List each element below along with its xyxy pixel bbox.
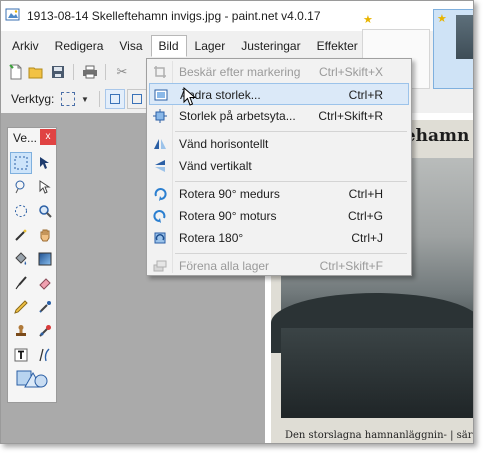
pan-hand-icon[interactable]: [34, 224, 56, 246]
tools-panel-close-button[interactable]: x: [40, 129, 56, 145]
paintbrush-icon[interactable]: [10, 272, 32, 294]
menu-item-shortcut: Ctrl+Skift+X: [318, 65, 383, 79]
resize-icon: [153, 87, 169, 103]
menu-item-flatten[interactable]: Förena alla lager Ctrl+Skift+F: [149, 255, 409, 277]
flip-horizontal-icon: [152, 136, 168, 152]
rotate-180-icon: [152, 230, 168, 246]
new-file-icon[interactable]: [7, 63, 25, 81]
ellipse-select-tool[interactable]: [10, 200, 32, 222]
menu-bar: Arkiv Redigera Visa Bild Lager Justering…: [4, 35, 366, 57]
replace-mode-icon: [110, 94, 120, 104]
menu-item-shortcut: Ctrl+H: [348, 187, 383, 201]
menu-arkiv[interactable]: Arkiv: [4, 35, 47, 57]
menu-item-label: Storlek på arbetsyta...: [179, 109, 296, 123]
menu-item-shortcut: Ctrl+Skift+R: [318, 109, 383, 123]
rectangle-select-icon: [61, 92, 75, 106]
paint-bucket-icon[interactable]: [10, 248, 32, 270]
paintnet-app-icon[interactable]: [5, 7, 21, 23]
line-curve-icon[interactable]: [34, 344, 56, 366]
menu-item-label: Beskär efter markering: [179, 65, 301, 79]
menu-item-rotate-180[interactable]: Rotera 180° Ctrl+J: [149, 227, 409, 249]
menu-item-label: Rotera 180°: [179, 231, 244, 245]
menu-bild[interactable]: Bild: [150, 35, 187, 57]
color-picker-icon[interactable]: [34, 296, 56, 318]
menu-item-shortcut: Ctrl+Skift+F: [319, 259, 383, 273]
menu-item-label: Vänd horisontellt: [179, 137, 269, 151]
save-icon[interactable]: [49, 63, 67, 81]
menu-item-shortcut: Ctrl+G: [347, 209, 383, 223]
move-selection-tool[interactable]: [34, 176, 56, 198]
gradient-icon[interactable]: [34, 248, 56, 270]
menu-item-shortcut: Ctrl+R: [348, 88, 383, 102]
mouse-cursor-icon: [183, 87, 197, 106]
menu-item-label: Rotera 90° moturs: [179, 209, 277, 223]
menu-item-canvas-size[interactable]: Storlek på arbetsyta... Ctrl+Skift+R: [149, 105, 409, 127]
chevron-down-icon: ▼: [81, 94, 89, 104]
pencil-icon[interactable]: [10, 296, 32, 318]
tools-panel-header[interactable]: Ve... x: [8, 128, 56, 148]
menu-item-shortcut: Ctrl+J: [351, 231, 383, 245]
recolor-icon[interactable]: [34, 320, 56, 342]
menu-item-label: Vänd vertikalt: [179, 159, 252, 173]
thumbnail-preview-image: [456, 15, 473, 59]
title-bar: 1913-08-14 Skelleftehamn invigs.jpg - pa…: [1, 1, 473, 31]
tool-selector-dropdown[interactable]: ▼: [59, 89, 91, 109]
rotate-ccw-icon: [152, 208, 168, 224]
tools-panel: Ve... x: [7, 127, 57, 403]
magic-wand-icon[interactable]: [10, 224, 32, 246]
zoom-icon[interactable]: [34, 200, 56, 222]
toolbar-divider: [99, 91, 100, 107]
flip-vertical-icon: [152, 158, 168, 174]
text-tool-icon[interactable]: [10, 344, 32, 366]
tools-panel-title: Ve...: [13, 131, 38, 145]
star-icon: ★: [363, 14, 373, 26]
menu-item-label: Rotera 90° medurs: [179, 187, 280, 201]
clone-stamp-icon[interactable]: [10, 320, 32, 342]
selection-mode-replace-button[interactable]: [105, 89, 125, 109]
newspaper-caption: Den storslagna hamnanläggnin- | sär: [285, 430, 473, 441]
menu-lager[interactable]: Lager: [187, 35, 234, 57]
move-selected-tool[interactable]: [34, 152, 56, 174]
selection-mode-union-button[interactable]: [127, 89, 147, 109]
app-window: 1913-08-14 Skelleftehamn invigs.jpg - pa…: [0, 0, 474, 444]
menu-item-label: Förena alla lager: [179, 259, 270, 273]
menu-separator: [175, 131, 407, 132]
window-title: 1913-08-14 Skelleftehamn invigs.jpg - pa…: [27, 9, 321, 23]
menu-justeringar[interactable]: Justeringar: [233, 35, 308, 57]
canvas-size-icon: [152, 108, 168, 124]
toolbar-divider: [105, 64, 106, 80]
menu-item-rotate-cw[interactable]: Rotera 90° medurs Ctrl+H: [149, 183, 409, 205]
rotate-cw-icon: [152, 186, 168, 202]
menu-visa[interactable]: Visa: [111, 35, 150, 57]
menu-separator: [175, 253, 407, 254]
open-file-icon[interactable]: [27, 63, 45, 81]
menu-item-rotate-ccw[interactable]: Rotera 90° moturs Ctrl+G: [149, 205, 409, 227]
menu-effekter[interactable]: Effekter: [309, 35, 366, 57]
eraser-icon[interactable]: [34, 272, 56, 294]
union-mode-icon: [132, 94, 142, 104]
menu-separator: [175, 181, 407, 182]
shapes-icon[interactable]: [12, 368, 52, 390]
toolbar-divider: [73, 64, 74, 80]
menu-item-flip-vertical[interactable]: Vänd vertikalt: [149, 155, 409, 177]
print-icon[interactable]: [81, 63, 99, 81]
flatten-icon: [152, 258, 168, 274]
menu-redigera[interactable]: Redigera: [47, 35, 112, 57]
photo-shore: [281, 328, 473, 418]
crop-icon: [152, 64, 168, 80]
menu-item-flip-horizontal[interactable]: Vänd horisontellt: [149, 133, 409, 155]
cut-icon[interactable]: ✂: [113, 63, 131, 81]
lasso-select-tool[interactable]: [10, 176, 32, 198]
star-icon: ★: [437, 13, 447, 25]
menu-item-crop-to-selection[interactable]: Beskär efter markering Ctrl+Skift+X: [149, 61, 409, 83]
tool-label: Verktyg:: [11, 92, 55, 106]
rectangle-select-tool[interactable]: [10, 152, 32, 174]
